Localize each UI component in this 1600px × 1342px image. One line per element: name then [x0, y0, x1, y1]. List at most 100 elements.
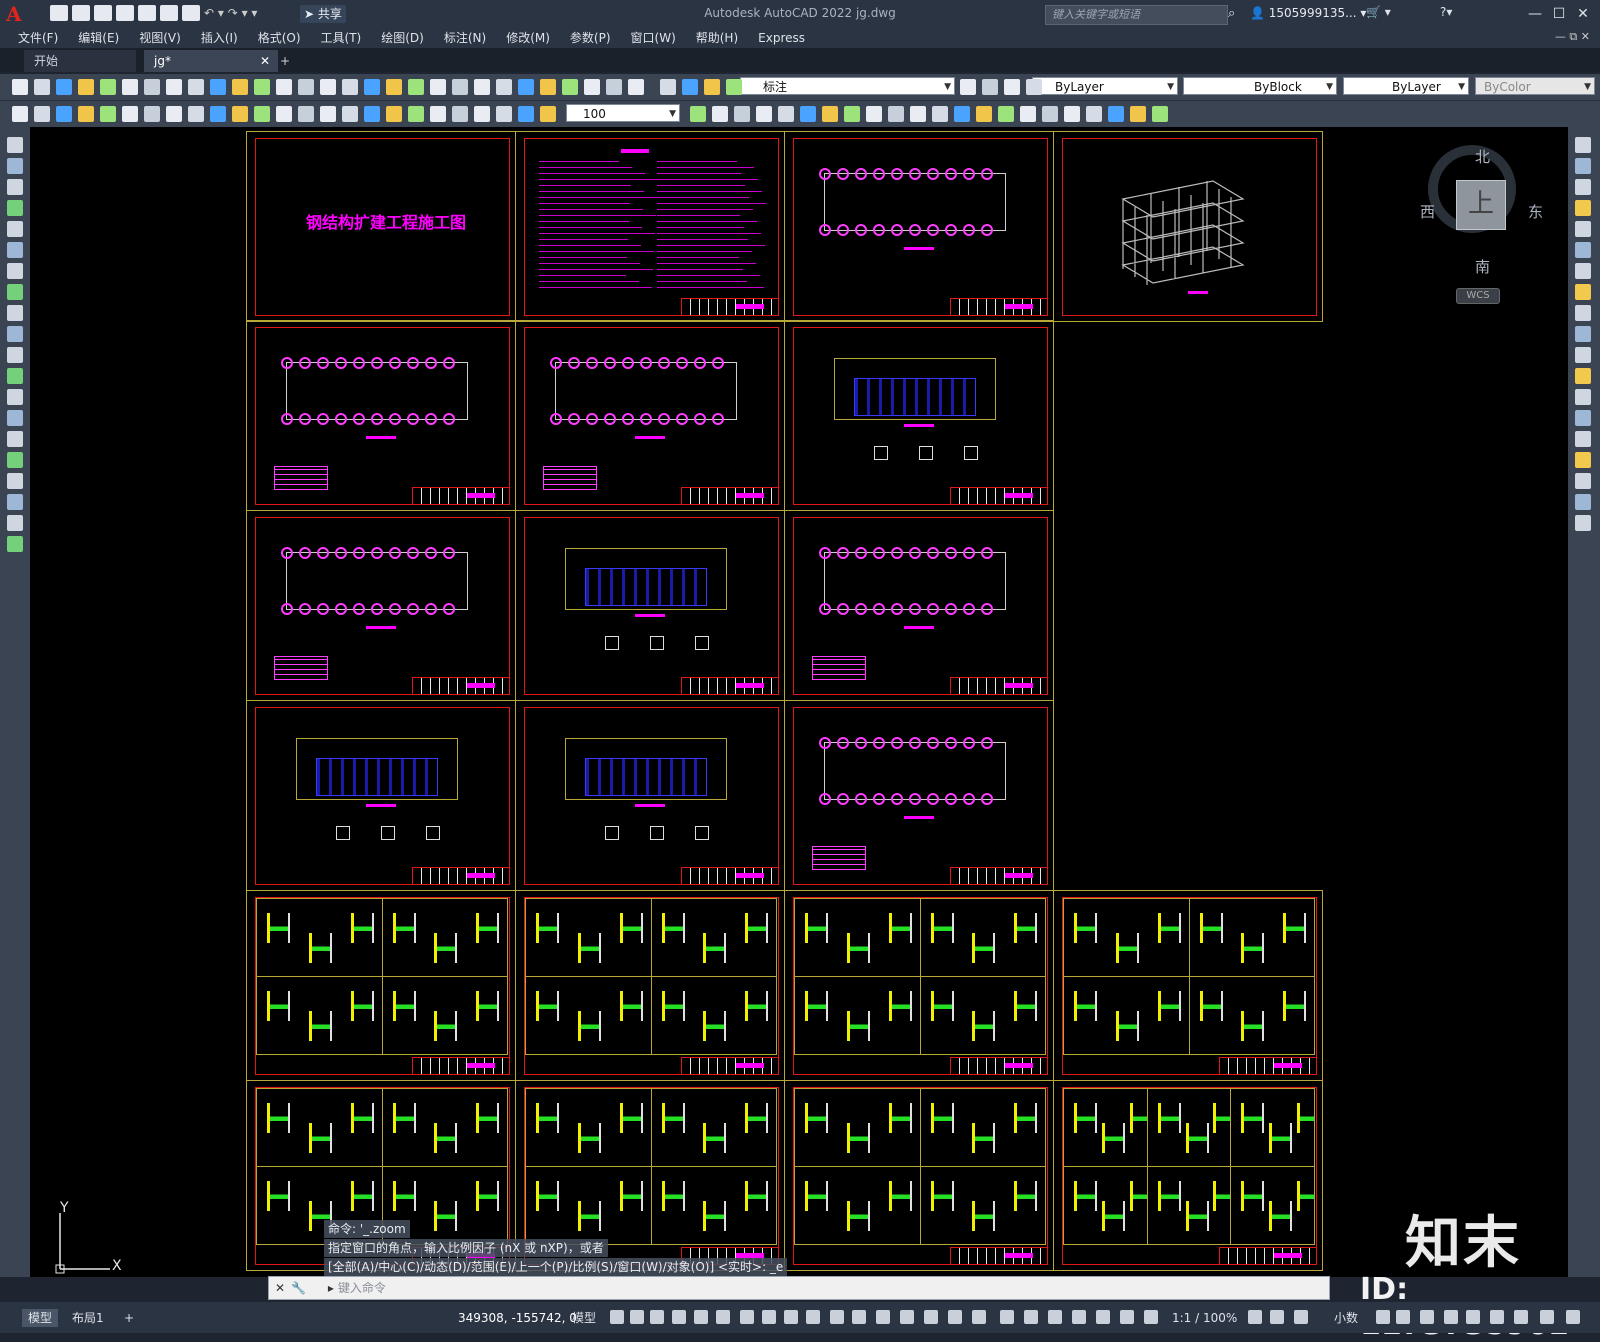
- status-toggle-icon[interactable]: [650, 1310, 664, 1324]
- new-tab-button[interactable]: +: [270, 50, 300, 72]
- status-toggle-icon[interactable]: [972, 1310, 986, 1324]
- draw-tool-icon[interactable]: [7, 431, 23, 447]
- save-icon[interactable]: [94, 5, 112, 21]
- status-toggle-icon[interactable]: [1566, 1310, 1580, 1324]
- drawing-sheet[interactable]: [246, 890, 516, 1081]
- modify-tool-icon[interactable]: [1575, 431, 1591, 447]
- status-toggle-icon[interactable]: [1048, 1310, 1062, 1324]
- status-toggle-icon[interactable]: [1096, 1310, 1110, 1324]
- dimension-tool-icon[interactable]: [800, 106, 816, 122]
- standard-tool-icon[interactable]: [254, 79, 270, 95]
- drawing-sheet[interactable]: [515, 131, 785, 322]
- layer-dropdown[interactable]: 标注 ▼: [740, 77, 955, 95]
- status-toggle-icon[interactable]: [740, 1310, 754, 1324]
- menu-item-10[interactable]: 窗口(W): [621, 28, 686, 48]
- modify-tool-icon[interactable]: [1575, 221, 1591, 237]
- modify-tool-icon[interactable]: [1575, 179, 1591, 195]
- drawing-sheet[interactable]: [1053, 1080, 1323, 1271]
- standard-tool-icon[interactable]: [430, 79, 446, 95]
- menu-item-3[interactable]: 插入(I): [191, 28, 248, 48]
- menu-item-11[interactable]: 帮助(H): [686, 28, 748, 48]
- draw-tool-icon[interactable]: [7, 326, 23, 342]
- standard-tool-icon[interactable]: [56, 79, 72, 95]
- standard-tool-icon[interactable]: [122, 79, 138, 95]
- dimension-tool-icon[interactable]: [540, 106, 556, 122]
- dimension-tool-icon[interactable]: [12, 106, 28, 122]
- standard-tool-icon[interactable]: [188, 79, 204, 95]
- drawing-sheet[interactable]: 钢结构扩建工程施工图: [246, 131, 516, 322]
- dimension-tool-icon[interactable]: [122, 106, 138, 122]
- model-space-button[interactable]: 模型: [566, 1309, 602, 1327]
- new-icon[interactable]: [50, 5, 68, 21]
- dimension-tool-icon[interactable]: [866, 106, 882, 122]
- draw-tool-icon[interactable]: [7, 242, 23, 258]
- menu-item-2[interactable]: 视图(V): [129, 28, 191, 48]
- dimension-tool-icon[interactable]: [166, 106, 182, 122]
- draw-tool-icon[interactable]: [7, 263, 23, 279]
- draw-tool-icon[interactable]: [7, 473, 23, 489]
- status-toggle-icon[interactable]: [948, 1310, 962, 1324]
- modify-tool-icon[interactable]: [1575, 200, 1591, 216]
- status-toggle-icon[interactable]: [1000, 1310, 1014, 1324]
- dimension-tool-icon[interactable]: [34, 106, 50, 122]
- maximize-icon[interactable]: ☐: [1548, 4, 1570, 24]
- dimension-tool-icon[interactable]: [342, 106, 358, 122]
- dimension-tool-icon[interactable]: [188, 106, 204, 122]
- compass-north[interactable]: 北: [1475, 146, 1490, 167]
- dimension-tool-icon[interactable]: [298, 106, 314, 122]
- modify-tool-icon[interactable]: [1575, 158, 1591, 174]
- tab-model[interactable]: 模型: [22, 1309, 59, 1327]
- search-icon[interactable]: ⌕: [1228, 6, 1235, 21]
- command-line[interactable]: ✕ 🔧 ▸ 键入命令: [268, 1276, 1330, 1300]
- draw-tool-icon[interactable]: [7, 179, 23, 195]
- draw-tool-icon[interactable]: [7, 305, 23, 321]
- dimension-tool-icon[interactable]: [690, 106, 706, 122]
- status-toggle-icon[interactable]: [672, 1310, 686, 1324]
- plot-icon[interactable]: [182, 5, 200, 21]
- modify-tool-icon[interactable]: [1575, 389, 1591, 405]
- standard-tool-icon[interactable]: [12, 79, 28, 95]
- draw-tool-icon[interactable]: [7, 347, 23, 363]
- standard-tool-icon[interactable]: [682, 79, 698, 95]
- drawing-sheet[interactable]: [246, 320, 516, 511]
- tab-close-icon[interactable]: ✕: [260, 50, 270, 72]
- standard-tool-icon[interactable]: [298, 79, 314, 95]
- status-toggle-icon[interactable]: [1466, 1310, 1480, 1324]
- color-dropdown[interactable]: ByLayer ▼: [1032, 77, 1178, 95]
- dimension-tool-icon[interactable]: [474, 106, 490, 122]
- standard-tool-icon[interactable]: [584, 79, 600, 95]
- status-toggle-icon[interactable]: [762, 1310, 776, 1324]
- units-button[interactable]: 小数: [1328, 1309, 1364, 1327]
- draw-tool-icon[interactable]: [7, 410, 23, 426]
- share-button[interactable]: ➤ 共享: [300, 5, 346, 23]
- save-as-icon[interactable]: [116, 5, 134, 21]
- status-toggle-icon[interactable]: [924, 1310, 938, 1324]
- standard-tool-icon[interactable]: [562, 79, 578, 95]
- scale-dropdown[interactable]: 100 ▼: [566, 104, 680, 122]
- drawing-sheet[interactable]: [246, 700, 516, 891]
- drawing-sheet[interactable]: [515, 510, 785, 701]
- lineweight-dropdown[interactable]: ByLayer ▼: [1343, 77, 1469, 95]
- dimension-tool-icon[interactable]: [1020, 106, 1036, 122]
- drawing-sheet[interactable]: [784, 320, 1054, 511]
- drawing-sheet[interactable]: [784, 510, 1054, 701]
- menu-item-7[interactable]: 标注(N): [434, 28, 496, 48]
- dimension-tool-icon[interactable]: [932, 106, 948, 122]
- modify-tool-icon[interactable]: [1575, 347, 1591, 363]
- dimension-tool-icon[interactable]: [756, 106, 772, 122]
- modify-tool-icon[interactable]: [1575, 242, 1591, 258]
- draw-tool-icon[interactable]: [7, 200, 23, 216]
- standard-tool-icon[interactable]: [34, 79, 50, 95]
- tab-layout1[interactable]: 布局1: [66, 1309, 110, 1327]
- standard-tool-icon[interactable]: [320, 79, 336, 95]
- help-icon[interactable]: ?▾: [1440, 5, 1452, 19]
- compass-south[interactable]: 南: [1475, 256, 1490, 277]
- dimension-tool-icon[interactable]: [232, 106, 248, 122]
- search-input[interactable]: 键入关键字或短语: [1045, 5, 1228, 25]
- status-toggle-icon[interactable]: [900, 1310, 914, 1324]
- standard-tool-icon[interactable]: [100, 79, 116, 95]
- dimension-tool-icon[interactable]: [254, 106, 270, 122]
- drawing-sheet[interactable]: [515, 700, 785, 891]
- menu-item-1[interactable]: 编辑(E): [68, 28, 129, 48]
- compass-east[interactable]: 东: [1528, 201, 1543, 222]
